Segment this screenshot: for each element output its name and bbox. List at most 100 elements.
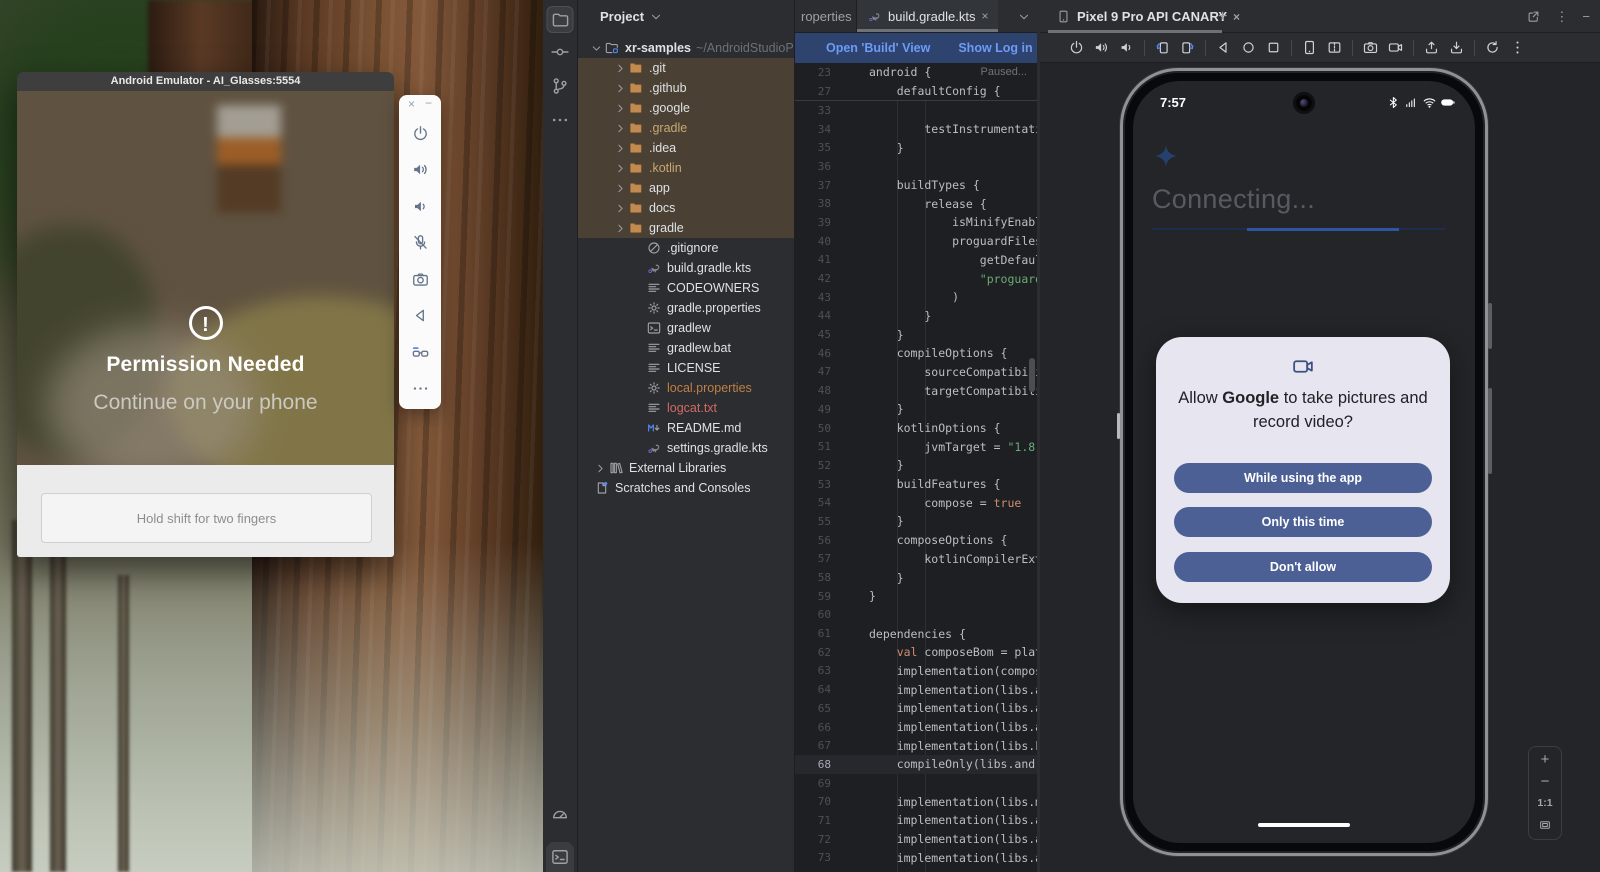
record-button[interactable] <box>1383 36 1408 60</box>
mic-off-icon[interactable] <box>399 225 441 262</box>
permission-button-only-this-time[interactable]: Only this time <box>1174 507 1432 537</box>
chevron-right-icon[interactable] <box>614 182 628 195</box>
chevron-right-icon[interactable] <box>614 122 628 135</box>
tree-item-build-gradle-kts[interactable]: build.gradle.kts <box>578 258 794 278</box>
camera-button[interactable] <box>1358 36 1383 60</box>
open-build-view-link[interactable]: Open 'Build' View <box>826 41 930 55</box>
power-button[interactable] <box>1064 36 1089 60</box>
tab-close-icon[interactable]: × <box>981 9 988 23</box>
tree-item-codeowners[interactable]: CODEOWNERS <box>578 278 794 298</box>
vcs-icon[interactable] <box>550 76 570 96</box>
phone-power-button <box>1488 388 1492 474</box>
home-indicator[interactable] <box>1258 823 1350 828</box>
back-icon[interactable] <box>399 298 441 335</box>
commit-icon[interactable] <box>550 42 570 62</box>
textfile-icon <box>646 400 663 416</box>
tree-item--idea[interactable]: .idea <box>578 138 794 158</box>
tree-item-gradlew-bat[interactable]: gradlew.bat <box>578 338 794 358</box>
tree-item--google[interactable]: .google <box>578 98 794 118</box>
more-icon[interactable] <box>399 371 441 408</box>
tree-item-scratches-and-consoles[interactable]: Scratches and Consoles <box>578 478 794 498</box>
tree-item-gradle-properties[interactable]: gradle.properties <box>578 298 794 318</box>
zoom-in-button[interactable]: + <box>1541 753 1550 766</box>
tab-list-dropdown[interactable] <box>1017 0 1031 33</box>
tree-item-local-properties[interactable]: local.properties <box>578 378 794 398</box>
kebab-v-button[interactable] <box>1505 36 1530 60</box>
tree-item-gradlew[interactable]: gradlew <box>578 318 794 338</box>
fold-button[interactable] <box>1322 36 1347 60</box>
panel-options-icon[interactable]: ⋮ <box>1555 9 1568 25</box>
tree-item--git[interactable]: .git <box>578 58 794 78</box>
home-button[interactable] <box>1236 36 1261 60</box>
zoom-ratio-button[interactable]: 1:1 <box>1537 797 1552 809</box>
permission-button-while-using-the-app[interactable]: While using the app <box>1174 463 1432 493</box>
tab-build-gradle-kts[interactable]: build.gradle.kts × <box>857 0 998 32</box>
line-number: 44 <box>795 309 831 322</box>
emulator-screen[interactable]: ! Permission Needed Continue on your pho… <box>17 91 394 465</box>
device-settings-button[interactable] <box>1297 36 1322 60</box>
chevron-right-icon[interactable] <box>594 462 608 475</box>
tree-item-docs[interactable]: docs <box>578 198 794 218</box>
tab-gradle-properties[interactable]: roperties <box>795 0 857 32</box>
device-tab-close-icon[interactable]: × <box>1233 10 1240 24</box>
volume-down-icon[interactable] <box>399 188 441 225</box>
volume-up-button[interactable] <box>1089 36 1114 60</box>
rotate-right-button[interactable] <box>1175 36 1200 60</box>
status-time: 7:57 <box>1160 95 1186 110</box>
volume-down-button[interactable] <box>1114 36 1139 60</box>
open-in-window-icon[interactable] <box>1526 9 1541 24</box>
tree-item-settings-gradle-kts[interactable]: settings.gradle.kts <box>578 438 794 458</box>
code-line-52: 52 } <box>795 456 1037 475</box>
tree-item-gradle[interactable]: gradle <box>578 218 794 238</box>
line-number: 23 <box>795 66 831 79</box>
volume-up-icon[interactable] <box>399 152 441 189</box>
wifi-icon <box>1422 95 1437 110</box>
chevron-right-icon[interactable] <box>614 222 628 235</box>
camera-icon[interactable] <box>399 261 441 298</box>
tree-item-xr-samples[interactable]: xr-samples~/AndroidStudioProj <box>578 38 794 58</box>
panel-minimize-icon[interactable]: − <box>1582 9 1590 24</box>
chevron-down-icon[interactable] <box>590 42 604 55</box>
chevron-right-icon[interactable] <box>614 102 628 115</box>
tree-item--kotlin[interactable]: .kotlin <box>578 158 794 178</box>
chevron-right-icon[interactable] <box>614 82 628 95</box>
emulator-titlebar[interactable]: Android Emulator - AI_Glasses:5554 <box>17 72 394 91</box>
toolbar-minimize-icon[interactable]: − <box>425 96 432 110</box>
more-icon[interactable] <box>550 110 570 130</box>
profiler-icon[interactable] <box>550 806 570 826</box>
tree-item-app[interactable]: app <box>578 178 794 198</box>
terminal-icon[interactable] <box>546 842 574 872</box>
tree-item-logcat-txt[interactable]: logcat.txt <box>578 398 794 418</box>
tree-item--github[interactable]: .github <box>578 78 794 98</box>
add-device-tab-button[interactable]: + <box>1218 0 1227 33</box>
phone-screen[interactable]: 7:57 Connecting... Allow Google to take … <box>1133 81 1475 843</box>
tree-item-readme-md[interactable]: README.md <box>578 418 794 438</box>
overview-button[interactable] <box>1261 36 1286 60</box>
chevron-right-icon[interactable] <box>614 202 628 215</box>
power-icon[interactable] <box>399 115 441 152</box>
chevron-right-icon[interactable] <box>614 62 628 75</box>
wallpaper-thin-trunk <box>50 545 66 872</box>
upload-button[interactable] <box>1419 36 1444 60</box>
editor-scrollbar[interactable] <box>1029 358 1035 392</box>
tree-item--gradle[interactable]: .gradle <box>578 118 794 138</box>
project-panel-header[interactable]: Project <box>600 9 663 24</box>
code-editor[interactable]: roperties build.gradle.kts × Open 'Build… <box>795 0 1037 872</box>
chevron-right-icon[interactable] <box>614 162 628 175</box>
toolbar-close-icon[interactable]: × <box>408 97 415 111</box>
zoom-out-button[interactable]: − <box>1541 775 1550 788</box>
tree-item-license[interactable]: LICENSE <box>578 358 794 378</box>
show-log-link[interactable]: Show Log in Finder <box>958 41 1037 55</box>
back-button[interactable] <box>1211 36 1236 60</box>
permission-button-don-t-allow[interactable]: Don't allow <box>1174 552 1432 582</box>
fit-screen-button[interactable] <box>1538 818 1552 832</box>
restart-button[interactable] <box>1480 36 1505 60</box>
rotate-left-button[interactable] <box>1150 36 1175 60</box>
project-tool-icon[interactable] <box>547 6 574 33</box>
tree-item--gitignore[interactable]: .gitignore <box>578 238 794 258</box>
glasses-icon[interactable] <box>399 334 441 371</box>
toolbar-separator <box>1474 40 1475 56</box>
chevron-right-icon[interactable] <box>614 142 628 155</box>
download-button[interactable] <box>1444 36 1469 60</box>
tree-item-external-libraries[interactable]: External Libraries <box>578 458 794 478</box>
